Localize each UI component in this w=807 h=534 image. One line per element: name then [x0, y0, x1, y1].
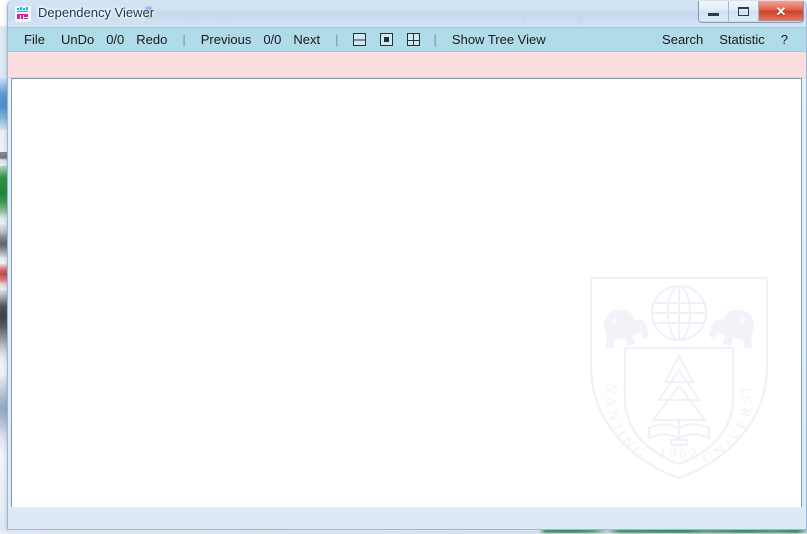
navigation-counter: 0/0 — [263, 32, 282, 47]
layout-grid-icon[interactable] — [406, 33, 420, 46]
nanjing-university-crest-watermark: 1902 NANJING UNIVERSITY — [572, 258, 779, 485]
minimize-icon — [708, 13, 719, 16]
crest-text-left: NANJING — [602, 382, 651, 465]
background-window-ghost-text-left: ... ... ...... ...... — [143, 11, 235, 25]
background-window-ghost-text-right: ...... | ...... | ...... — [478, 11, 630, 25]
layout-single-pane-icon[interactable] — [379, 33, 393, 46]
menu-separator-1: | — [182, 32, 186, 47]
title-bar[interactable]: ... ... ...... ...... ...... | ...... | … — [8, 0, 806, 28]
menu-separator-3: | — [433, 32, 437, 47]
menu-redo[interactable]: Redo — [128, 30, 175, 49]
menu-file[interactable]: File — [16, 30, 53, 49]
close-icon: ✕ — [775, 3, 787, 19]
desktop-background: ... ... ...... ...... ...... | ...... | … — [0, 0, 807, 534]
menu-bar: File UnDo 0/0 Redo | Previous 0/0 Next |… — [8, 28, 806, 52]
menu-statistic[interactable]: Statistic — [711, 30, 773, 49]
app-icon — [15, 6, 31, 22]
dependency-viewer-window: ... ... ...... ...... ...... | ...... | … — [7, 0, 807, 530]
menu-separator-2: | — [335, 32, 339, 47]
maximize-icon — [738, 6, 749, 16]
close-button[interactable]: ✕ — [759, 1, 803, 21]
crest-year: 1902 — [659, 446, 699, 462]
undo-counter: 0/0 — [106, 32, 125, 47]
crest-text-right: UNIVERSITY — [579, 270, 756, 469]
layout-split-horizontal-icon[interactable] — [352, 33, 366, 46]
minimize-button[interactable] — [699, 1, 729, 21]
maximize-button[interactable] — [729, 1, 759, 21]
menu-previous[interactable]: Previous — [193, 30, 260, 49]
menu-help[interactable]: ? — [773, 30, 796, 49]
menu-undo[interactable]: UnDo — [53, 30, 102, 49]
status-band — [8, 52, 806, 78]
dependency-graph-canvas[interactable]: 1902 NANJING UNIVERSITY — [11, 78, 802, 507]
menu-next[interactable]: Next — [285, 30, 328, 49]
menu-show-tree-view[interactable]: Show Tree View — [444, 30, 554, 49]
window-controls: ✕ — [698, 1, 804, 23]
menu-search[interactable]: Search — [654, 30, 711, 49]
window-title: Dependency Viewer — [38, 5, 155, 20]
